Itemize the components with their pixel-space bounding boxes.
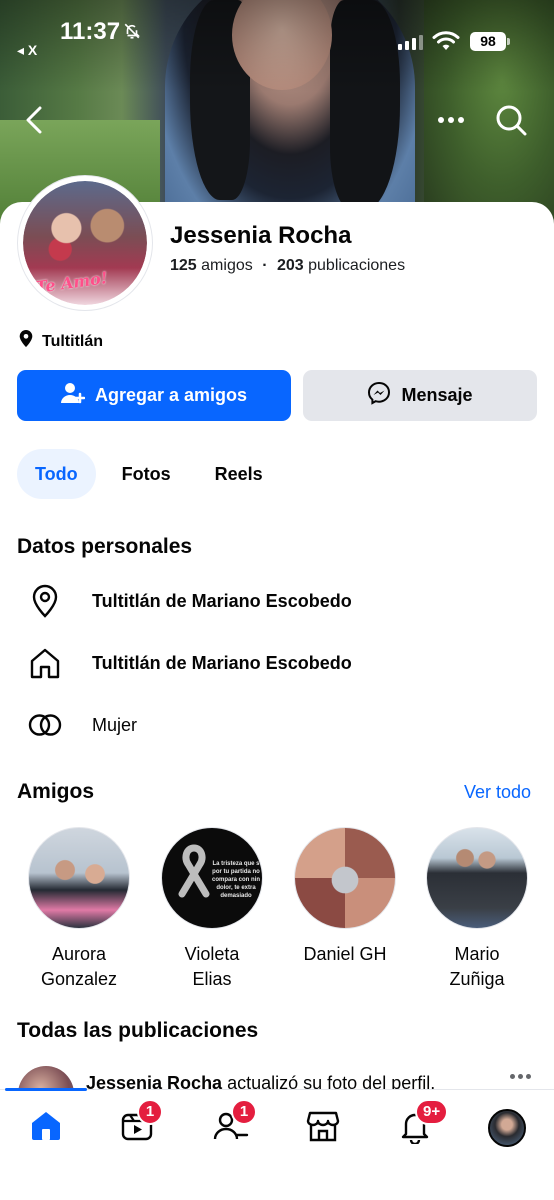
friend-name: Mario Zuñiga xyxy=(412,942,542,992)
add-friend-button[interactable]: Agregar a amigos xyxy=(17,370,291,421)
friend-name-line1: Violeta xyxy=(184,944,240,964)
memorial-text: La tristeza que s por tu partida no comp… xyxy=(212,861,260,899)
location-pin-icon xyxy=(18,330,34,353)
notifications-badge: 9+ xyxy=(415,1099,449,1125)
friend-card[interactable]: Mario Zuñiga xyxy=(412,827,542,992)
profile-tabs: Todo Fotos Reels xyxy=(17,449,281,499)
search-icon[interactable] xyxy=(493,102,529,138)
notifications-tab[interactable]: 9+ xyxy=(395,1099,449,1148)
friend-name-line1: Daniel GH xyxy=(303,944,387,964)
home-icon xyxy=(28,1108,64,1149)
profile-menu-tab[interactable] xyxy=(487,1108,527,1148)
info-gender: Mujer xyxy=(28,708,137,742)
friends-label[interactable]: amigos xyxy=(201,257,253,274)
avatar-photo: Te Amo! xyxy=(23,181,147,305)
status-bar: 11:37 ◂ X 98 xyxy=(0,0,554,60)
location-pin-icon xyxy=(28,584,62,618)
friend-name-line2: Elias xyxy=(192,969,232,989)
tab-reels[interactable]: Reels xyxy=(197,449,281,499)
friend-photo: La tristeza que s por tu partida no comp… xyxy=(161,827,263,929)
profile-name: Jessenia Rocha xyxy=(170,222,352,249)
location-label: Tultitlán xyxy=(42,332,104,350)
friend-photo xyxy=(294,827,396,929)
profile-location: Tultitlán xyxy=(18,330,103,353)
friend-card[interactable]: Daniel GH xyxy=(280,827,410,967)
separator-dot: · xyxy=(262,257,268,274)
gender-text: Mujer xyxy=(92,714,138,735)
all-posts-heading: Todas las publicaciones xyxy=(17,1019,259,1042)
battery-tip xyxy=(507,38,510,45)
posts-count: 203 xyxy=(276,257,304,274)
wifi-icon xyxy=(432,30,460,57)
add-friend-icon xyxy=(60,382,86,409)
friend-name-line2: Gonzalez xyxy=(40,969,118,989)
video-badge: 1 xyxy=(137,1099,163,1125)
bell-slash-icon xyxy=(123,22,141,45)
see-all-friends-link[interactable]: Ver todo xyxy=(464,782,531,803)
personal-info-heading: Datos personales xyxy=(17,535,193,558)
video-tab[interactable]: 1 xyxy=(117,1099,163,1148)
status-time: 11:37 xyxy=(60,18,121,45)
friend-card[interactable]: La tristeza que s por tu partida no comp… xyxy=(147,827,277,992)
back-to-app-link[interactable]: ◂ X xyxy=(17,42,37,59)
bottom-navigation: 1 1 9+ xyxy=(0,1088,554,1200)
info-current-city: Tultitlán de Mariano Escobedo xyxy=(28,584,352,618)
active-tab-indicator xyxy=(5,1088,87,1091)
hometown-text: Tultitlán de Mariano Escobedo xyxy=(92,652,352,673)
posts-label: publicaciones xyxy=(308,257,406,274)
gender-icon xyxy=(28,708,62,742)
messenger-icon xyxy=(367,381,391,410)
message-button[interactable]: Mensaje xyxy=(303,370,537,421)
marketplace-tab[interactable] xyxy=(303,1108,343,1148)
friend-name-line1: Aurora xyxy=(51,944,107,964)
friends-heading: Amigos xyxy=(17,780,95,803)
friends-tab[interactable]: 1 xyxy=(211,1099,257,1148)
home-icon xyxy=(28,646,62,680)
battery-level: 98 xyxy=(470,32,506,51)
home-tab[interactable] xyxy=(26,1108,66,1148)
friend-name: Violeta Elias xyxy=(147,942,277,992)
friend-name-line2: Zuñiga xyxy=(449,969,505,989)
tab-todo[interactable]: Todo xyxy=(17,449,96,499)
message-label: Mensaje xyxy=(401,385,473,405)
marketplace-icon xyxy=(305,1108,341,1149)
cellular-signal-icon xyxy=(398,35,423,50)
friends-badge: 1 xyxy=(231,1099,257,1125)
avatar-caption: Te Amo! xyxy=(34,268,109,297)
friend-photo xyxy=(28,827,130,929)
friend-name: Aurora Gonzalez xyxy=(14,942,144,992)
friend-name: Daniel GH xyxy=(280,942,410,967)
back-arrow-icon[interactable] xyxy=(18,102,50,138)
profile-counts: 125 amigos · 203 publicaciones xyxy=(170,257,405,275)
friend-card[interactable]: Aurora Gonzalez xyxy=(14,827,144,992)
friend-photo xyxy=(426,827,528,929)
info-hometown: Tultitlán de Mariano Escobedo xyxy=(28,646,352,680)
tab-fotos[interactable]: Fotos xyxy=(104,449,189,499)
post-more-icon[interactable] xyxy=(510,1074,531,1079)
more-options-icon[interactable] xyxy=(433,108,469,132)
user-avatar xyxy=(488,1109,526,1147)
add-friend-label: Agregar a amigos xyxy=(94,385,248,405)
profile-avatar[interactable]: Te Amo! xyxy=(18,176,152,310)
friends-count[interactable]: 125 xyxy=(170,257,197,274)
friend-name-line1: Mario xyxy=(454,944,500,964)
current-city-text: Tultitlán de Mariano Escobedo xyxy=(92,590,352,611)
